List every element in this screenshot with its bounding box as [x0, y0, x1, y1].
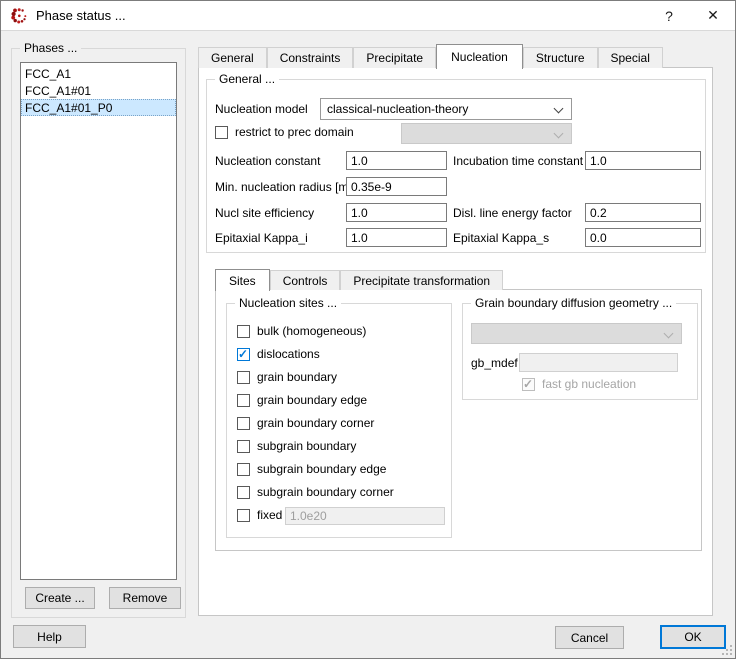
epitaxial-kappa-i-input[interactable]: [346, 228, 447, 247]
phase-status-dialog: Phase status ... ? ✕ Phases ... FCC_A1 F…: [0, 0, 736, 659]
gb-mdef-label: gb_mdef: [471, 354, 518, 373]
min-nucleation-radius-label: Min. nucleation radius [m]: [215, 178, 352, 197]
tab-precipitate[interactable]: Precipitate: [353, 47, 436, 68]
gb-diffusion-geometry-group: Grain boundary diffusion geometry ... gb…: [462, 303, 698, 400]
epitaxial-kappa-i-label: Epitaxial Kappa_i: [215, 229, 308, 248]
chevron-down-icon: [664, 329, 674, 339]
matcalc-logo-icon: [10, 7, 28, 25]
checkbox-row[interactable]: subgrain boundary corner: [237, 485, 394, 499]
bulk-homogeneous-checkbox[interactable]: [237, 325, 250, 338]
fast-gb-nucleation-checkbox: [522, 378, 535, 391]
disl-line-energy-factor-input[interactable]: [585, 203, 701, 222]
chevron-down-icon: [554, 104, 564, 114]
epitaxial-kappa-s-label: Epitaxial Kappa_s: [453, 229, 549, 248]
prec-domain-select: [401, 123, 572, 144]
create-button[interactable]: Create ...: [25, 587, 95, 609]
subtab-controls[interactable]: Controls: [270, 270, 341, 290]
checkbox-row[interactable]: grain boundary edge: [237, 393, 367, 407]
epitaxial-kappa-s-input[interactable]: [585, 228, 701, 247]
grain-boundary-edge-checkbox[interactable]: [237, 394, 250, 407]
tab-special[interactable]: Special: [598, 47, 663, 68]
checkbox-row[interactable]: subgrain boundary edge: [237, 462, 386, 476]
nucl-site-efficiency-label: Nucl site efficiency: [215, 204, 314, 223]
phases-legend: Phases ...: [20, 41, 81, 55]
disl-line-energy-factor-label: Disl. line energy factor: [453, 204, 572, 223]
phases-list[interactable]: FCC_A1 FCC_A1#01 FCC_A1#01_P0: [20, 62, 177, 580]
resize-grip[interactable]: [721, 644, 732, 655]
nucleation-tab-panel: General ... Nucleation model classical-n…: [198, 67, 713, 616]
ok-button[interactable]: OK: [660, 625, 726, 649]
subtab-sites[interactable]: Sites: [215, 269, 270, 291]
fixed-value-input: [285, 507, 445, 525]
sites-tab-panel: Nucleation sites ... bulk (homogeneous) …: [215, 289, 702, 551]
restrict-prec-domain-checkbox[interactable]: [215, 126, 228, 139]
chevron-down-icon: [554, 129, 564, 139]
phases-group: Phases ... FCC_A1 FCC_A1#01 FCC_A1#01_P0…: [11, 48, 186, 618]
restrict-prec-domain-row[interactable]: restrict to prec domain: [215, 125, 354, 139]
fast-gb-nucleation-label: fast gb nucleation: [542, 377, 636, 391]
subtab-precipitate-transformation[interactable]: Precipitate transformation: [340, 270, 503, 290]
fixed-checkbox[interactable]: [237, 509, 250, 522]
gb-diffusion-geometry-legend: Grain boundary diffusion geometry ...: [471, 296, 676, 310]
list-item[interactable]: FCC_A1#01_P0: [21, 99, 176, 116]
tab-general[interactable]: General: [198, 47, 267, 68]
incubation-time-constant-label: Incubation time constant: [453, 152, 583, 171]
nucleation-model-label: Nucleation model: [215, 100, 308, 119]
cancel-button[interactable]: Cancel: [555, 626, 624, 649]
tab-constraints[interactable]: Constraints: [267, 47, 354, 68]
window-title: Phase status ...: [36, 8, 126, 23]
fast-gb-nucleation-row: fast gb nucleation: [522, 377, 636, 391]
subgrain-boundary-edge-checkbox[interactable]: [237, 463, 250, 476]
nucleation-sites-legend: Nucleation sites ...: [235, 296, 341, 310]
title-bar: Phase status ... ? ✕: [1, 1, 735, 31]
nucleation-sites-group: Nucleation sites ... bulk (homogeneous) …: [226, 303, 452, 538]
help-button[interactable]: Help: [13, 625, 86, 648]
grain-boundary-corner-checkbox[interactable]: [237, 417, 250, 430]
nucleation-model-value: classical-nucleation-theory: [327, 102, 468, 116]
subgrain-boundary-corner-checkbox[interactable]: [237, 486, 250, 499]
close-icon[interactable]: ✕: [691, 1, 735, 30]
checkbox-row[interactable]: grain boundary: [237, 370, 337, 384]
min-nucleation-radius-input[interactable]: [346, 177, 447, 196]
list-item[interactable]: FCC_A1: [21, 65, 176, 82]
sites-tab-bar: Sites Controls Precipitate transformatio…: [215, 268, 503, 290]
remove-button[interactable]: Remove: [109, 587, 181, 609]
gb-geometry-select: [471, 323, 682, 344]
nucleation-constant-label: Nucleation constant: [215, 152, 320, 171]
checkbox-row[interactable]: bulk (homogeneous): [237, 324, 366, 338]
restrict-prec-domain-label: restrict to prec domain: [235, 125, 354, 139]
main-tab-bar: General Constraints Precipitate Nucleati…: [198, 43, 663, 68]
subgrain-boundary-checkbox[interactable]: [237, 440, 250, 453]
checkbox-row[interactable]: fixed: [237, 508, 282, 522]
tab-nucleation[interactable]: Nucleation: [436, 44, 523, 69]
checkbox-row[interactable]: grain boundary corner: [237, 416, 374, 430]
nucleation-constant-input[interactable]: [346, 151, 447, 170]
grain-boundary-checkbox[interactable]: [237, 371, 250, 384]
general-legend: General ...: [215, 72, 279, 86]
incubation-time-constant-input[interactable]: [585, 151, 701, 170]
nucl-site-efficiency-input[interactable]: [346, 203, 447, 222]
checkbox-row[interactable]: subgrain boundary: [237, 439, 356, 453]
dislocations-checkbox[interactable]: [237, 348, 250, 361]
nucleation-model-select[interactable]: classical-nucleation-theory: [320, 98, 572, 120]
list-item[interactable]: FCC_A1#01: [21, 82, 176, 99]
general-group: General ... Nucleation model classical-n…: [206, 79, 706, 253]
gb-mdef-input: [519, 353, 678, 372]
tab-structure[interactable]: Structure: [523, 47, 598, 68]
help-titlebar-button[interactable]: ?: [647, 1, 691, 30]
checkbox-row[interactable]: dislocations: [237, 347, 320, 361]
